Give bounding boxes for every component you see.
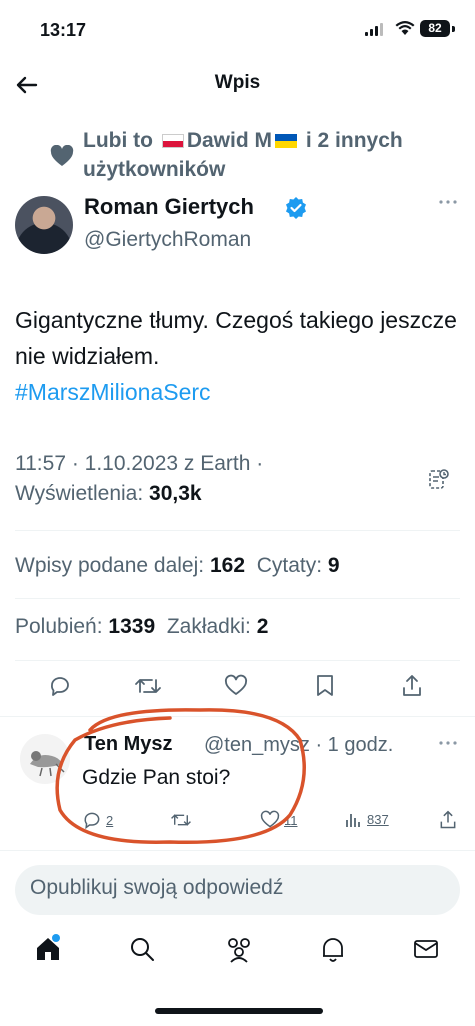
views-value: 30,3k — [149, 482, 202, 505]
liked-prefix: Lubi to — [83, 129, 153, 152]
bookmarks-label: Zakładki: — [166, 615, 251, 638]
poland-flag-icon — [161, 134, 184, 148]
divider — [15, 660, 460, 661]
reply-views-count: 837 — [367, 811, 389, 827]
liked-user[interactable]: Dawid M — [187, 129, 272, 152]
views-label: Wyświetlenia: — [15, 482, 144, 505]
divider — [15, 598, 460, 599]
quotes-value[interactable]: 9 — [328, 554, 340, 577]
annotation-circle — [55, 708, 306, 845]
compose-placeholder: Opublikuj swoją odpowiedź — [30, 876, 284, 899]
stats-likes-bookmarks: Polubień: 1339 Zakładki: 2 — [15, 615, 268, 639]
reply-icon[interactable] — [48, 674, 72, 698]
share-icon — [440, 810, 456, 829]
tweet-views: Wyświetlenia: 30,3k — [15, 482, 202, 506]
stats-retweets-quotes: Wpisy podane dalej: 162 Cytaty: 9 — [15, 554, 340, 578]
retweet-icon[interactable] — [134, 674, 162, 698]
more-icon[interactable] — [438, 738, 458, 748]
home-notification-dot — [52, 934, 60, 942]
communities-icon[interactable] — [224, 935, 254, 963]
analytics-icon[interactable] — [428, 468, 450, 492]
tweet-body: Gigantyczne tłumy. Czegoś takiego jeszcz… — [15, 307, 457, 369]
signal-icon — [365, 22, 385, 36]
likes-value[interactable]: 1339 — [108, 615, 155, 638]
likes-label: Polubień: — [15, 615, 103, 638]
notifications-icon[interactable] — [320, 935, 346, 963]
liked-by-line[interactable]: Lubi to Dawid M i 2 innych użytkowników — [83, 126, 463, 184]
page-title: Wpis — [214, 72, 261, 93]
ukraine-flag-icon — [275, 134, 297, 148]
like-icon[interactable] — [224, 674, 248, 698]
views-icon — [346, 814, 360, 827]
divider — [15, 530, 460, 531]
tweet-text: Gigantyczne tłumy. Czegoś takiego jeszcz… — [15, 302, 465, 410]
author-name[interactable]: Roman Giertych — [84, 194, 254, 220]
bookmarks-value: 2 — [256, 615, 269, 638]
divider — [0, 850, 475, 851]
quotes-label: Cytaty: — [256, 554, 323, 577]
battery-tip — [452, 26, 455, 32]
home-indicator — [155, 1008, 323, 1014]
messages-icon[interactable] — [412, 935, 440, 963]
heart-icon — [50, 145, 74, 166]
retweets-value[interactable]: 162 — [210, 554, 245, 577]
bookmark-icon[interactable] — [314, 674, 336, 698]
verified-icon — [286, 197, 306, 219]
reply-share-button[interactable] — [438, 810, 458, 830]
reply-views-button[interactable]: 837 — [345, 810, 389, 828]
avatar[interactable] — [15, 196, 73, 254]
bottom-tab-bar — [0, 935, 475, 980]
wifi-icon — [395, 21, 415, 35]
battery-indicator: 82 — [420, 20, 450, 37]
share-icon[interactable] — [400, 674, 424, 698]
author-handle[interactable]: @GiertychRoman — [84, 228, 251, 252]
tweet-meta: 11:57 · 1.10.2023 z Earth · — [15, 452, 264, 475]
more-icon[interactable] — [438, 197, 458, 207]
retweets-label: Wpisy podane dalej: — [15, 554, 205, 577]
search-icon[interactable] — [128, 935, 156, 963]
status-time: 13:17 — [40, 20, 87, 40]
hashtag-link[interactable]: #MarszMilionaSerc — [15, 379, 211, 405]
